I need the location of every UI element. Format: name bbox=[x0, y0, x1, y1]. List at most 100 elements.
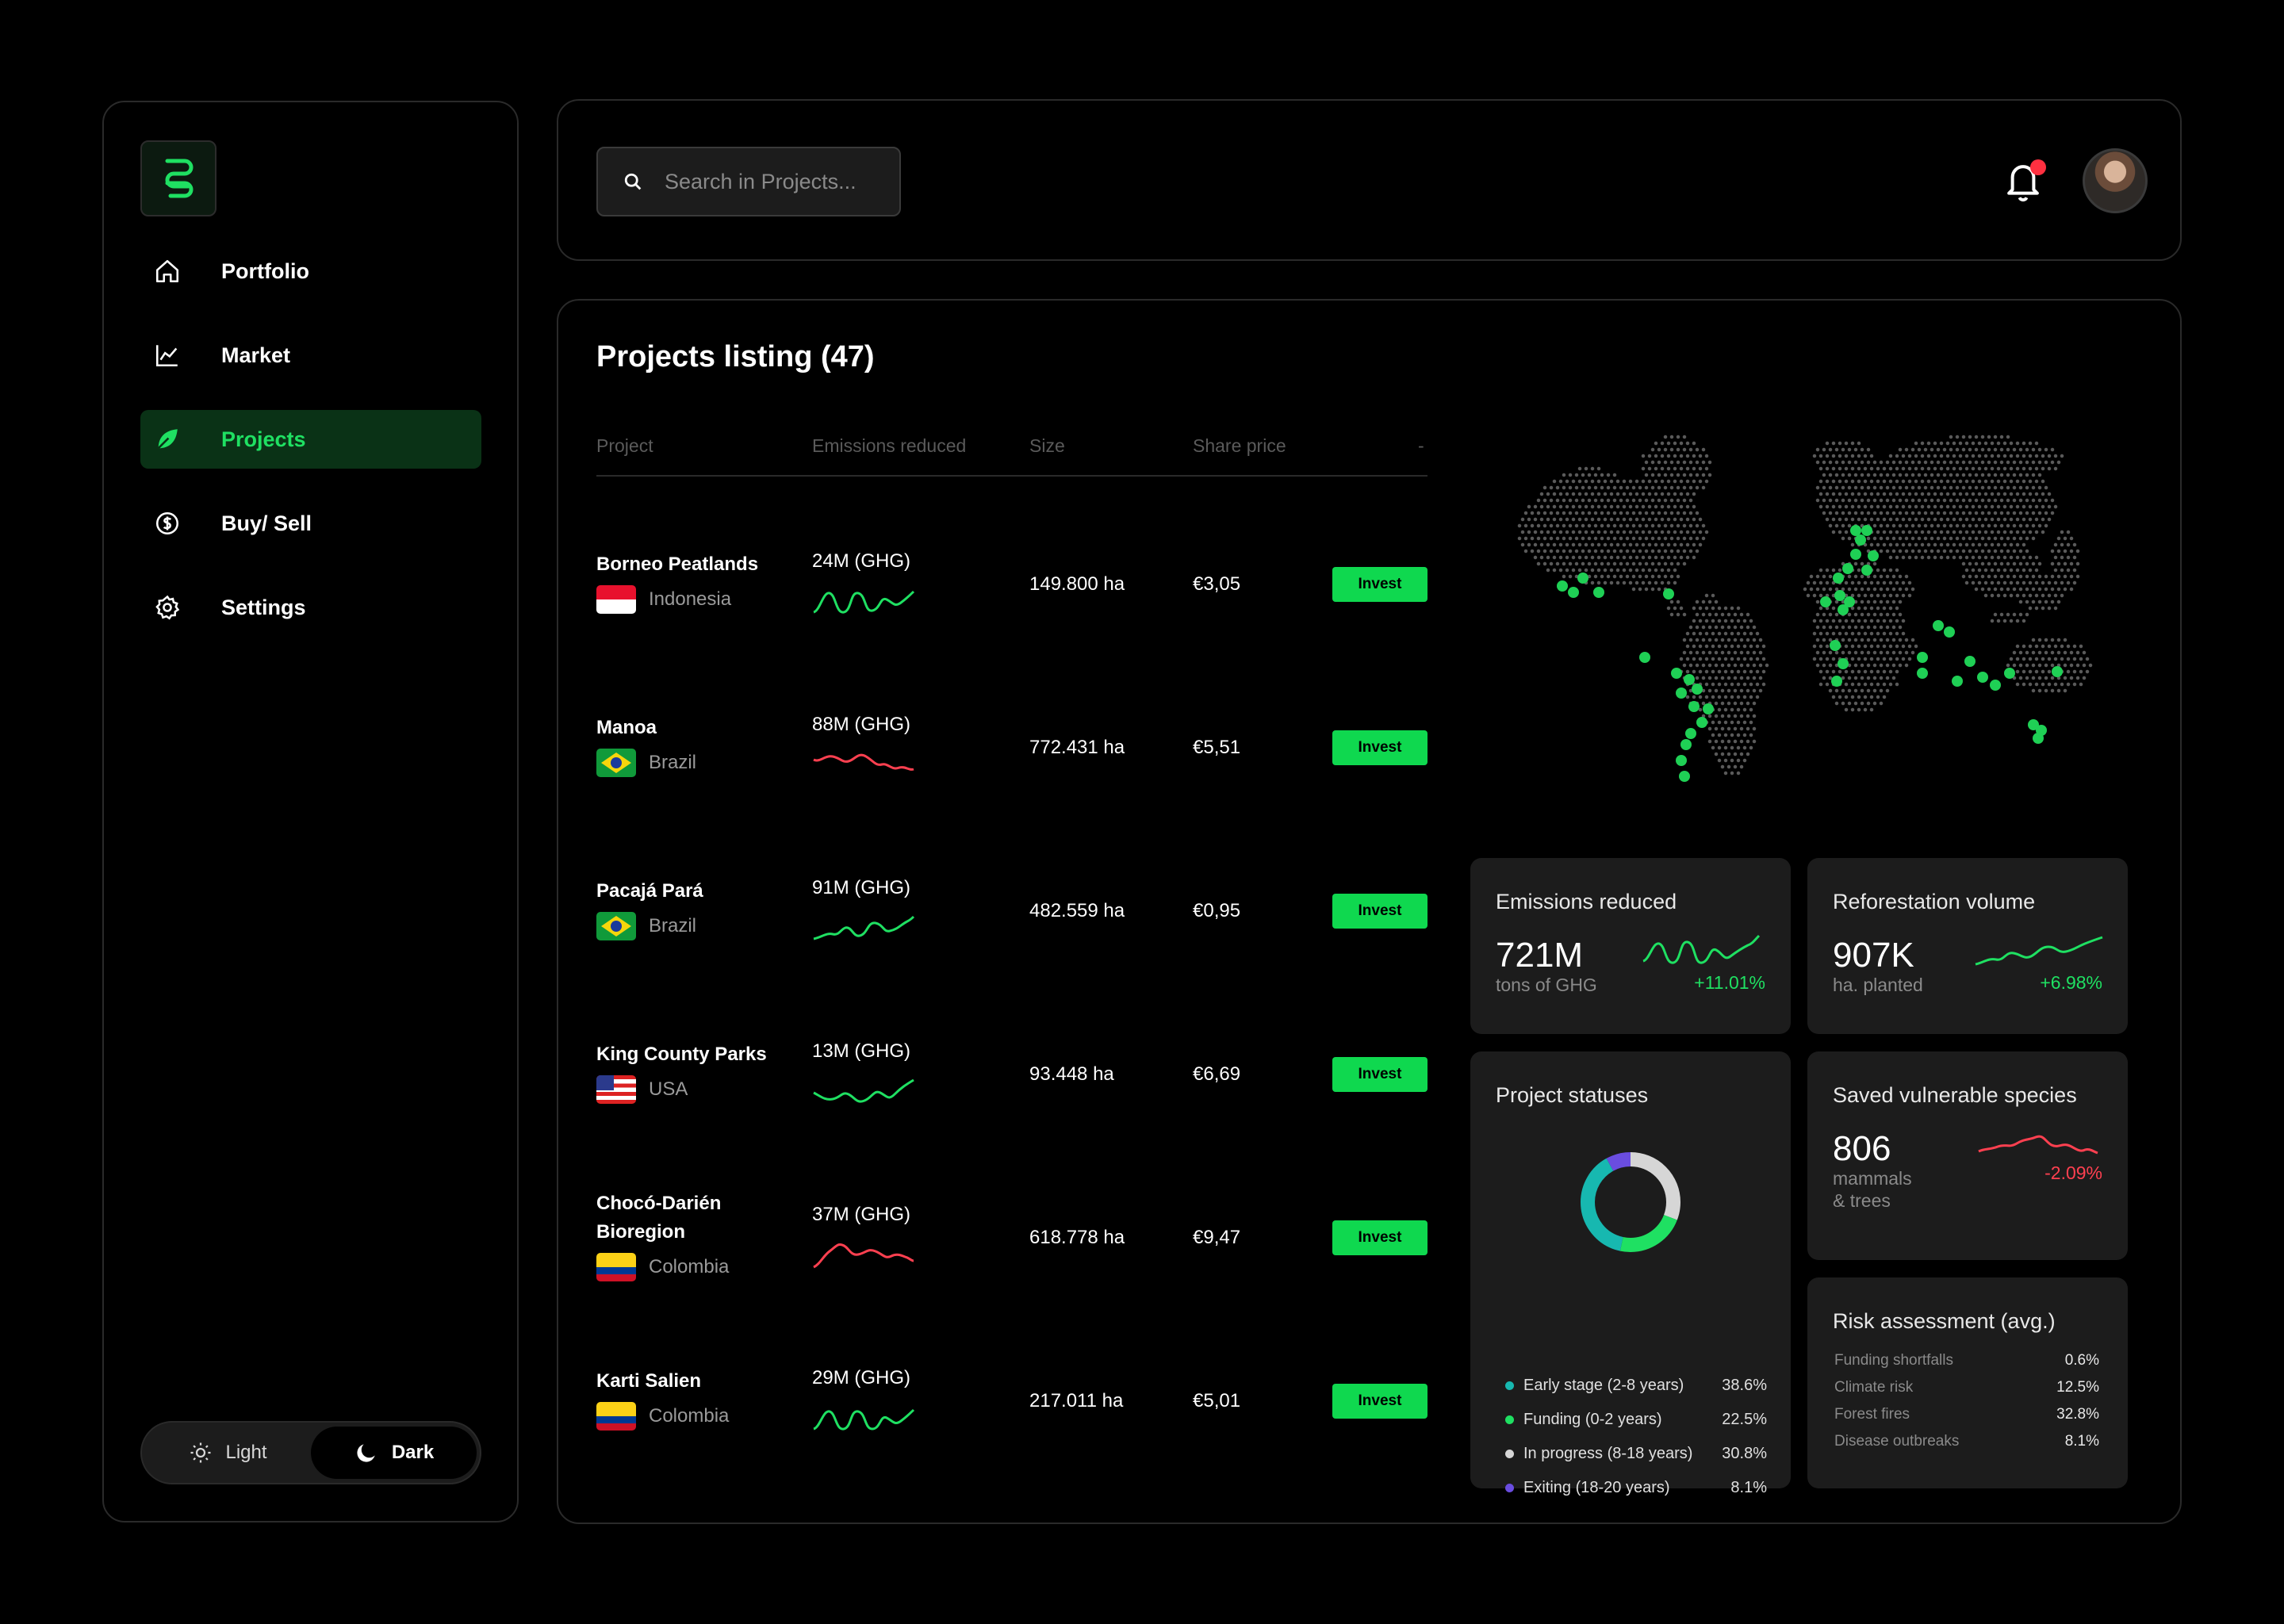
table-row[interactable]: Borneo Peatlands Indonesia 24M (GHG) 149… bbox=[596, 550, 1428, 669]
risk-item: Forest fires 32.8% bbox=[1834, 1401, 2099, 1428]
project-name[interactable]: Pacajá Pará bbox=[596, 877, 795, 906]
project-location-pin[interactable] bbox=[1861, 565, 1872, 576]
country-label: Brazil bbox=[649, 752, 697, 773]
project-location-pin[interactable] bbox=[1933, 620, 1944, 631]
project-location-pin[interactable] bbox=[1855, 534, 1866, 546]
invest-button[interactable]: Invest bbox=[1332, 730, 1428, 765]
sidebar-item-settings[interactable]: Settings bbox=[140, 578, 481, 637]
project-location-pin[interactable] bbox=[1696, 717, 1707, 728]
project-location-pin[interactable] bbox=[1703, 703, 1714, 714]
project-location-pin[interactable] bbox=[1842, 563, 1853, 574]
project-location-pin[interactable] bbox=[1833, 573, 1844, 584]
country-label: Colombia bbox=[649, 1405, 730, 1427]
project-location-pin[interactable] bbox=[1676, 755, 1687, 766]
project-location-pin[interactable] bbox=[1964, 656, 1976, 667]
project-location-pin[interactable] bbox=[1684, 674, 1695, 685]
project-name[interactable]: Chocó-Darién Bioregion bbox=[596, 1189, 795, 1247]
app-logo[interactable] bbox=[140, 140, 217, 216]
table-row[interactable]: Pacajá Pará Brazil 91M (GHG) 482.559 ha … bbox=[596, 877, 1428, 996]
project-location-pin[interactable] bbox=[1944, 626, 1955, 638]
notifications-button[interactable] bbox=[2002, 158, 2049, 205]
table-row[interactable]: Chocó-Darién Bioregion Colombia 37M (GHG… bbox=[596, 1189, 1428, 1324]
project-location-pin[interactable] bbox=[1952, 676, 1963, 687]
invest-button[interactable]: Invest bbox=[1332, 894, 1428, 929]
project-location-pin[interactable] bbox=[1830, 640, 1841, 651]
sidebar-item-market[interactable]: Market bbox=[140, 326, 481, 385]
top-bar bbox=[557, 99, 2182, 261]
project-location-pin[interactable] bbox=[1557, 580, 1568, 592]
emissions-total: 721M bbox=[1496, 936, 1584, 975]
project-location-pin[interactable] bbox=[1671, 668, 1682, 679]
project-location-pin[interactable] bbox=[1850, 525, 1861, 536]
project-location-pin[interactable] bbox=[1917, 652, 1928, 663]
invest-button[interactable]: Invest bbox=[1332, 567, 1428, 602]
risk-assessment-card: Risk assessment (avg.) Funding shortfall… bbox=[1807, 1277, 2128, 1488]
project-location-pin[interactable] bbox=[1676, 688, 1687, 699]
project-location-pin[interactable] bbox=[1831, 676, 1842, 687]
column-header-emissions[interactable]: Emissions reduced bbox=[812, 435, 966, 457]
project-name[interactable]: Manoa bbox=[596, 714, 795, 742]
project-location-pin[interactable] bbox=[1850, 549, 1861, 560]
project-location-pin[interactable] bbox=[2033, 733, 2044, 744]
project-location-pin[interactable] bbox=[1568, 587, 1579, 598]
legend-label: Exiting (18-20 years) bbox=[1523, 1479, 1670, 1496]
search-box[interactable] bbox=[596, 147, 901, 216]
project-location-pin[interactable] bbox=[1820, 596, 1831, 607]
invest-button[interactable]: Invest bbox=[1332, 1057, 1428, 1092]
project-location-pin[interactable] bbox=[1838, 604, 1849, 615]
size-value: 772.431 ha bbox=[1029, 737, 1125, 758]
invest-button[interactable]: Invest bbox=[1332, 1220, 1428, 1255]
statuses-donut-chart bbox=[1581, 1152, 1680, 1252]
project-location-pin[interactable] bbox=[1838, 658, 1849, 669]
project-name[interactable]: Borneo Peatlands bbox=[596, 550, 795, 579]
risk-value: 32.8% bbox=[2056, 1406, 2099, 1423]
legend-value: 22.5% bbox=[1722, 1411, 1767, 1428]
card-title: Emissions reduced bbox=[1496, 890, 1677, 914]
project-location-pin[interactable] bbox=[1639, 652, 1650, 663]
flag-colombia-icon bbox=[596, 1253, 636, 1281]
project-location-pin[interactable] bbox=[2052, 666, 2063, 677]
theme-light-option[interactable]: Light bbox=[145, 1427, 311, 1479]
project-location-pin[interactable] bbox=[1990, 680, 2001, 691]
column-header-share-price[interactable]: Share price bbox=[1193, 435, 1286, 457]
project-location-pin[interactable] bbox=[1577, 573, 1588, 584]
table-row[interactable]: Manoa Brazil 88M (GHG) 772.431 ha €5,51 … bbox=[596, 714, 1428, 833]
column-header-project[interactable]: Project bbox=[596, 435, 653, 457]
project-location-pin[interactable] bbox=[1692, 684, 1703, 695]
project-location-pin[interactable] bbox=[1685, 728, 1696, 739]
sidebar-item-buy-sell[interactable]: Buy/ Sell bbox=[140, 494, 481, 553]
table-row[interactable]: Karti Salien Colombia 29M (GHG) 217.011 … bbox=[596, 1367, 1428, 1486]
project-location-pin[interactable] bbox=[2004, 668, 2015, 679]
project-location-pin[interactable] bbox=[1917, 668, 1928, 679]
sidebar-item-portfolio[interactable]: Portfolio bbox=[140, 242, 481, 301]
home-icon bbox=[153, 257, 182, 285]
project-location-pin[interactable] bbox=[1688, 701, 1700, 712]
project-name[interactable]: King County Parks bbox=[596, 1040, 795, 1069]
risk-value: 8.1% bbox=[2064, 1433, 2099, 1450]
legend-dot bbox=[1505, 1450, 1514, 1458]
project-location-pin[interactable] bbox=[1868, 550, 1879, 561]
column-header-size[interactable]: Size bbox=[1029, 435, 1065, 457]
risk-value: 0.6% bbox=[2064, 1352, 2099, 1369]
table-row[interactable]: King County Parks USA 13M (GHG) 93.448 h… bbox=[596, 1040, 1428, 1159]
project-name[interactable]: Karti Salien bbox=[596, 1367, 795, 1396]
project-location-pin[interactable] bbox=[1680, 739, 1692, 750]
emissions-reduced-card: Emissions reduced 721M tons of GHG +11.0… bbox=[1470, 858, 1791, 1034]
risk-label: Forest fires bbox=[1834, 1406, 1910, 1423]
theme-dark-option[interactable]: Dark bbox=[311, 1427, 477, 1479]
project-country: Colombia bbox=[596, 1402, 729, 1431]
project-location-pin[interactable] bbox=[1593, 587, 1604, 598]
project-location-pin[interactable] bbox=[1663, 588, 1674, 599]
project-location-pin[interactable] bbox=[1679, 771, 1690, 782]
saved-species-card: Saved vulnerable species 806 mammals & t… bbox=[1807, 1051, 2128, 1260]
legend-dot bbox=[1505, 1415, 1514, 1424]
project-location-pin[interactable] bbox=[1861, 525, 1872, 536]
project-location-pin[interactable] bbox=[1977, 672, 1988, 683]
user-avatar[interactable] bbox=[2083, 148, 2148, 213]
project-country: Brazil bbox=[596, 749, 696, 777]
search-input[interactable] bbox=[665, 169, 887, 194]
project-location-pin[interactable] bbox=[1834, 590, 1845, 601]
sidebar-item-projects[interactable]: Projects bbox=[140, 410, 481, 469]
project-country: Colombia bbox=[596, 1253, 729, 1281]
invest-button[interactable]: Invest bbox=[1332, 1384, 1428, 1419]
